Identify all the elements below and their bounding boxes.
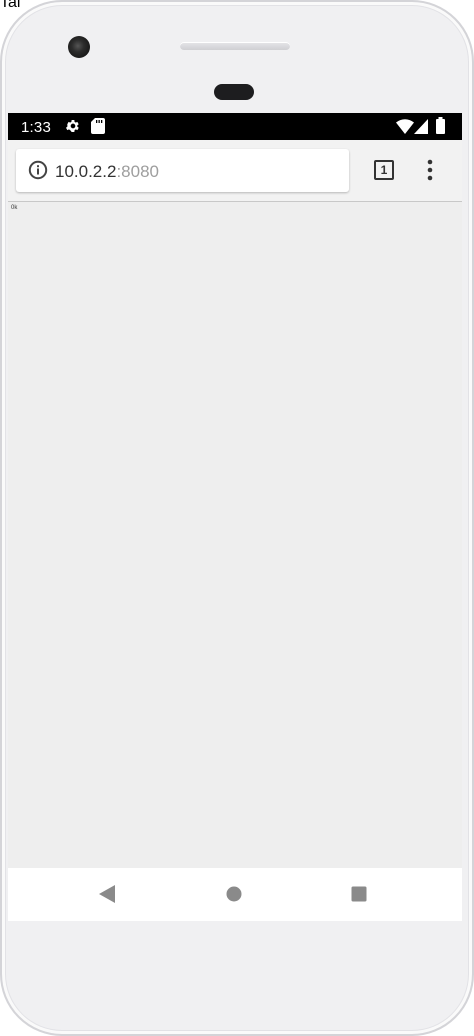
page-top-text: Tal (0, 0, 21, 11)
browser-toolbar: 10.0.2.2:8080 1 (8, 140, 462, 202)
navigation-bar (8, 868, 462, 921)
wifi-icon (396, 119, 414, 134)
overflow-menu-icon[interactable] (420, 158, 440, 182)
status-bar: 1:33 (8, 113, 462, 140)
phone-frame: 1:33 10.0.2.2:8080 1 0k (0, 0, 474, 1036)
url-port: :8080 (116, 162, 159, 181)
url-host: 10.0.2.2 (55, 162, 117, 181)
cellular-signal-icon (414, 119, 428, 134)
home-circle-icon[interactable] (225, 884, 243, 904)
page-text: 0k (11, 205, 18, 211)
url-bar[interactable]: 10.0.2.2:8080 (16, 149, 349, 192)
info-icon[interactable] (28, 160, 48, 180)
sd-card-icon (91, 118, 105, 134)
settings-gear-icon (66, 120, 79, 132)
web-page-content: 0k (8, 202, 462, 868)
recents-square-icon[interactable] (350, 884, 368, 904)
status-time: 1:33 (21, 119, 51, 136)
tab-switcher-button[interactable]: 1 (374, 160, 394, 180)
earpiece-speaker (180, 42, 290, 50)
proximity-sensor (214, 84, 254, 100)
device-screen: 1:33 10.0.2.2:8080 1 0k (8, 113, 462, 921)
front-camera (68, 36, 90, 58)
back-triangle-icon[interactable] (98, 884, 116, 904)
url-text[interactable]: 10.0.2.2:8080 (55, 162, 159, 182)
battery-icon (436, 117, 445, 134)
